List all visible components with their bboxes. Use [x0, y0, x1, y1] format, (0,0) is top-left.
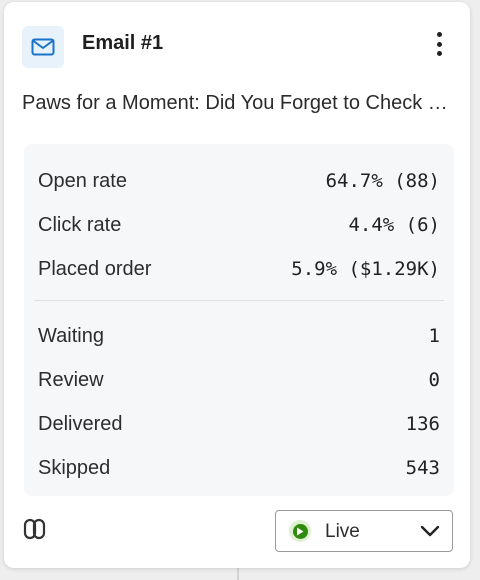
email-title: Email #1: [82, 32, 164, 54]
count-value: 0: [428, 369, 440, 391]
card-header: Email #1: [22, 26, 450, 68]
link-icon[interactable]: [22, 516, 48, 542]
chevron-down-icon: [420, 525, 440, 537]
count-label: Waiting: [38, 324, 104, 347]
count-row-review: Review 0: [38, 365, 440, 395]
envelope-icon: [22, 26, 64, 68]
stat-row-placed-order: Placed order 5.9% ($1.29K): [38, 254, 440, 284]
stat-value: 64.7% (88): [325, 170, 440, 192]
count-value: 1: [428, 325, 440, 347]
stat-value: 5.9% ($1.29K): [291, 258, 440, 280]
email-subject: Paws for a Moment: Did You Forget to Che…: [22, 92, 452, 114]
stats-divider: [34, 300, 444, 301]
count-value: 543: [405, 457, 440, 479]
stat-row-open-rate: Open rate 64.7% (88): [38, 166, 440, 196]
status-dropdown[interactable]: Live: [275, 510, 453, 552]
email-step-card[interactable]: Email #1 Paws for a Moment: Did You Forg…: [4, 2, 470, 568]
play-icon: [289, 520, 311, 542]
count-value: 136: [405, 413, 440, 435]
count-label: Review: [38, 368, 104, 391]
stat-label: Open rate: [38, 169, 127, 192]
stat-value: 4.4% (6): [348, 214, 440, 236]
stats-panel: Open rate 64.7% (88) Click rate 4.4% (6)…: [24, 144, 454, 496]
kebab-menu-icon[interactable]: [428, 30, 450, 58]
count-label: Delivered: [38, 412, 123, 435]
count-label: Skipped: [38, 456, 111, 479]
stat-label: Placed order: [38, 257, 152, 280]
count-row-skipped: Skipped 543: [38, 453, 440, 483]
flow-connector-line: [237, 566, 239, 580]
count-row-waiting: Waiting 1: [38, 321, 440, 351]
status-label: Live: [325, 521, 360, 542]
count-row-delivered: Delivered 136: [38, 409, 440, 439]
stat-row-click-rate: Click rate 4.4% (6): [38, 210, 440, 240]
stat-label: Click rate: [38, 213, 122, 236]
